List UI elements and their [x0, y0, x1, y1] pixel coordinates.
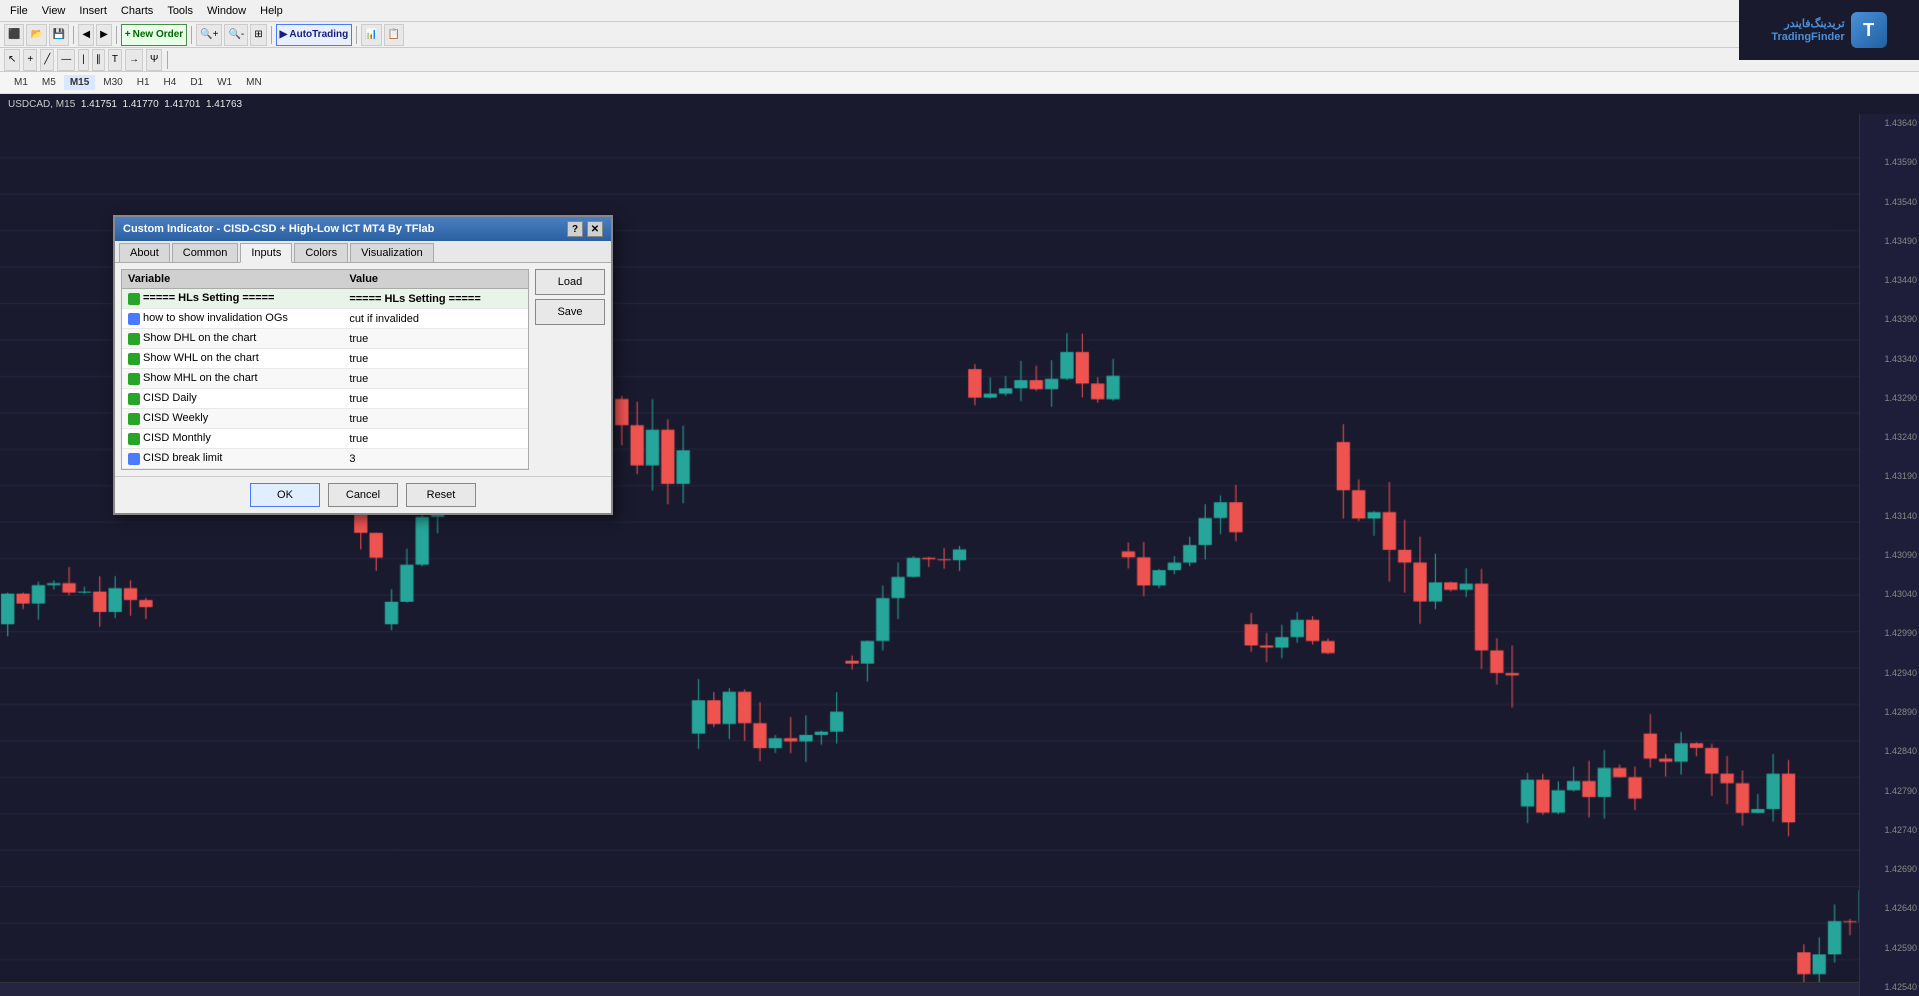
load-btn[interactable]: Load [535, 269, 605, 295]
variable-cell: ===== HLs Setting ===== [122, 289, 343, 309]
table-row[interactable]: Show DHL on the chart true [122, 329, 528, 349]
params-table: Variable Value ===== HLs Setting =======… [121, 269, 529, 470]
modal-content: Variable Value ===== HLs Setting =======… [115, 263, 611, 476]
variable-name: Show WHL on the chart [143, 352, 259, 364]
value-cell[interactable]: true [343, 369, 528, 389]
table-row[interactable]: how to show invalidation OGs cut if inval… [122, 309, 528, 329]
variable-name: how to show invalidation OGs [143, 312, 288, 324]
modal-title-buttons: ? ✕ [567, 221, 603, 237]
variable-name: CISD break limit [143, 452, 222, 464]
value-cell[interactable]: cut if invalided [343, 309, 528, 329]
value-cell[interactable]: ===== HLs Setting ===== [343, 289, 528, 309]
variable-cell: CISD break limit [122, 449, 343, 469]
variable-cell: Show DHL on the chart [122, 329, 343, 349]
variable-cell: CISD Monthly [122, 429, 343, 449]
variable-cell: CISD Weekly [122, 409, 343, 429]
tab-about[interactable]: About [119, 243, 170, 262]
variable-icon [128, 293, 140, 305]
value-cell[interactable]: true [343, 389, 528, 409]
ok-button[interactable]: OK [250, 483, 320, 507]
variable-icon [128, 453, 140, 465]
tab-visualization[interactable]: Visualization [350, 243, 434, 262]
variable-cell: Show MHL on the chart [122, 369, 343, 389]
table-row[interactable]: CISD Daily true [122, 389, 528, 409]
variable-cell: CISD Daily [122, 389, 343, 409]
reset-button[interactable]: Reset [406, 483, 476, 507]
variable-name: Show DHL on the chart [143, 332, 256, 344]
save-btn[interactable]: Save [535, 299, 605, 325]
variable-icon [128, 393, 140, 405]
table-row[interactable]: CISD Weekly true [122, 409, 528, 429]
variable-name: CISD Daily [143, 392, 197, 404]
table-row[interactable]: CISD break limit 3 [122, 449, 528, 469]
value-cell[interactable]: true [343, 349, 528, 369]
variable-name: CISD Weekly [143, 412, 208, 424]
modal-help-btn[interactable]: ? [567, 221, 583, 237]
modal-footer: OK Cancel Reset [115, 476, 611, 513]
value-cell[interactable]: true [343, 429, 528, 449]
modal-overlay: Custom Indicator - CISD-CSD + High-Low I… [0, 0, 1919, 996]
value-cell[interactable]: 3 [343, 449, 528, 469]
variable-cell: how to show invalidation OGs [122, 309, 343, 329]
tab-colors[interactable]: Colors [294, 243, 348, 262]
modal-close-btn[interactable]: ✕ [587, 221, 603, 237]
variable-name: CISD Monthly [143, 432, 211, 444]
variable-name: ===== HLs Setting ===== [143, 292, 274, 304]
modal-title: Custom Indicator - CISD-CSD + High-Low I… [123, 223, 434, 235]
variable-name: Show MHL on the chart [143, 372, 258, 384]
cancel-button[interactable]: Cancel [328, 483, 398, 507]
value-cell[interactable]: true [343, 329, 528, 349]
table-row[interactable]: Show WHL on the chart true [122, 349, 528, 369]
variable-icon [128, 433, 140, 445]
table-row[interactable]: CISD Monthly true [122, 429, 528, 449]
tab-common[interactable]: Common [172, 243, 239, 262]
col-header-variable: Variable [122, 270, 343, 289]
tab-inputs[interactable]: Inputs [240, 243, 292, 263]
col-header-value: Value [343, 270, 528, 289]
variable-icon [128, 413, 140, 425]
variable-icon [128, 313, 140, 325]
modal-side-buttons: Load Save [535, 269, 605, 470]
variable-cell: Show WHL on the chart [122, 349, 343, 369]
table-row[interactable]: ===== HLs Setting ===== ===== HLs Setting… [122, 289, 528, 309]
variable-icon [128, 373, 140, 385]
variable-icon [128, 333, 140, 345]
table-row[interactable]: Show MHL on the chart true [122, 369, 528, 389]
value-cell[interactable]: true [343, 409, 528, 429]
modal-titlebar: Custom Indicator - CISD-CSD + High-Low I… [115, 217, 611, 241]
variable-icon [128, 353, 140, 365]
indicator-settings-modal: Custom Indicator - CISD-CSD + High-Low I… [113, 215, 613, 515]
modal-tabs: About Common Inputs Colors Visualization [115, 241, 611, 263]
